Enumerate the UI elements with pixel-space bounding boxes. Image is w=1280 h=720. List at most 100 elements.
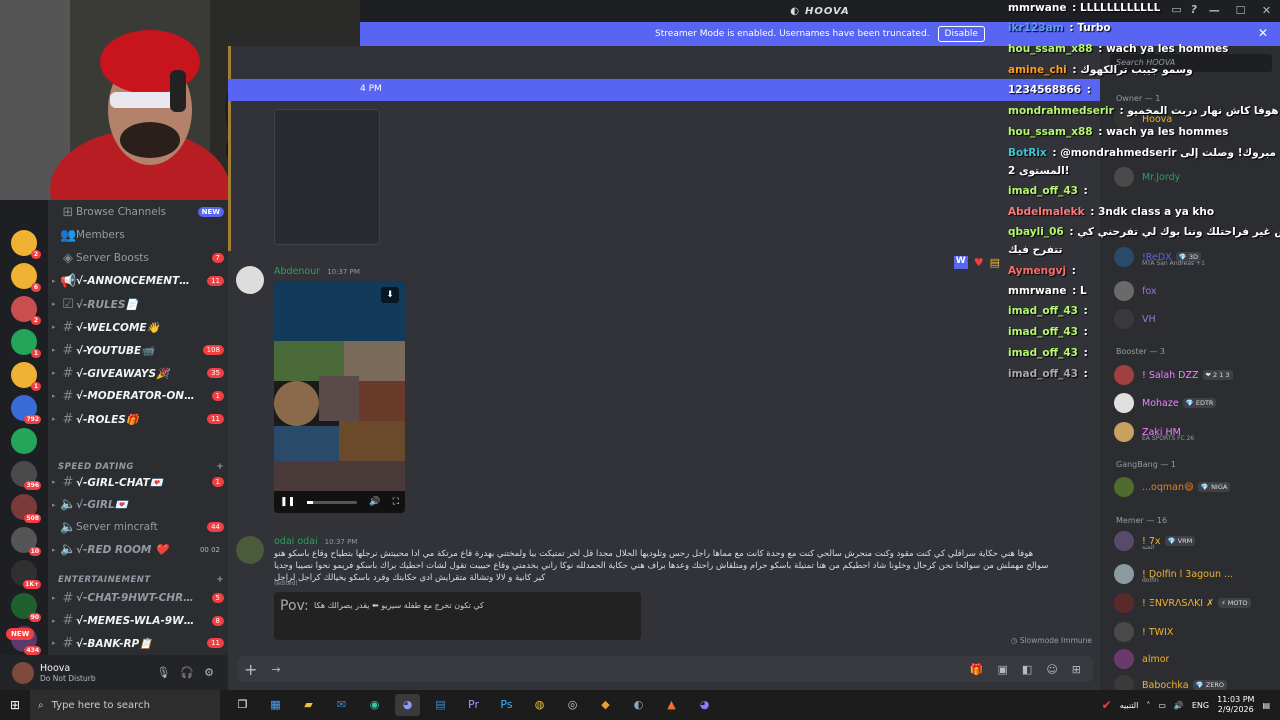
avatar[interactable] bbox=[12, 661, 34, 684]
server-icon[interactable]: 2 bbox=[11, 230, 41, 259]
forward-icon[interactable]: → bbox=[271, 663, 280, 676]
avatar[interactable] bbox=[1114, 531, 1134, 551]
add-attachment-icon[interactable]: + bbox=[244, 660, 257, 679]
channel-item[interactable]: ▸ # √-WELCOME👋 bbox=[52, 317, 224, 337]
channel-item[interactable]: ▸ ☑ √-RULES📄 bbox=[52, 294, 224, 314]
obs-icon[interactable]: ◎ bbox=[560, 694, 585, 716]
member-item[interactable]: ...oqman😄 💎 NIGA bbox=[1114, 476, 1274, 498]
server-icon[interactable]: 90 bbox=[11, 593, 41, 622]
avatar[interactable] bbox=[1114, 622, 1134, 642]
message-author[interactable]: Abdenour bbox=[274, 266, 320, 277]
embedded-image[interactable]: Pov: كي تكون تخرج مع طفلة سيريو ⬅ يقدر ي… bbox=[274, 592, 641, 640]
steam-icon[interactable]: ◐ bbox=[626, 694, 651, 716]
emoji-icon[interactable]: ☺ bbox=[1046, 663, 1057, 676]
channel-item[interactable]: ◈ Server Boosts 7 bbox=[52, 248, 224, 268]
avatar[interactable] bbox=[1114, 365, 1134, 385]
rainbow-flag-icon[interactable]: ▤ bbox=[990, 256, 1000, 269]
member-item[interactable]: !ReDX 💎 3D MTA San Andreas +1 bbox=[1114, 246, 1274, 268]
channel-item[interactable]: ▸ # √-YOUTUBE📹 108 bbox=[52, 340, 224, 360]
attachment-image[interactable] bbox=[274, 109, 380, 245]
taskbar-search[interactable]: ⌕ Type here to search bbox=[30, 690, 220, 720]
video-attachment[interactable]: ⬇ ❚❚ 🔊 ⛶ bbox=[274, 281, 405, 513]
avatar[interactable] bbox=[1114, 309, 1134, 329]
member-item[interactable]: Mohaze 💎 EDTR bbox=[1114, 392, 1274, 414]
avatar[interactable] bbox=[236, 536, 264, 564]
avatar[interactable] bbox=[1114, 593, 1134, 613]
add-channel-icon[interactable]: + bbox=[216, 462, 224, 472]
server-icon[interactable]: 2 bbox=[11, 296, 41, 325]
channel-item[interactable]: ▸ # √-ROLES🎁 11 bbox=[52, 409, 224, 429]
member-item[interactable]: Zaki HM EA SPORTS FC 26 bbox=[1114, 421, 1274, 443]
headphones-icon[interactable]: 🎧 bbox=[180, 666, 194, 679]
w-icon[interactable]: W bbox=[953, 256, 968, 269]
download-icon[interactable]: ⬇ bbox=[381, 287, 399, 303]
volume-icon[interactable]: 🔊 bbox=[1174, 701, 1184, 710]
member-item[interactable]: ! TWIX bbox=[1114, 621, 1274, 643]
message-author[interactable]: odai odai bbox=[274, 536, 318, 547]
apps-icon[interactable]: ⊞ bbox=[1072, 663, 1081, 676]
member-item[interactable]: VH bbox=[1114, 308, 1274, 330]
language-indicator[interactable]: ENG bbox=[1192, 701, 1209, 710]
notification-icon[interactable]: ▤ bbox=[1262, 701, 1270, 710]
avatar[interactable] bbox=[1114, 564, 1134, 584]
channel-item[interactable]: ▸ # √-GIVEAWAYS🎉 35 bbox=[52, 363, 224, 383]
premiere-icon[interactable]: Pr bbox=[461, 694, 486, 716]
message-input[interactable]: + → 🎁 ▣ ◧ ☺ ⊞ bbox=[238, 656, 1093, 682]
avatar[interactable] bbox=[1114, 247, 1134, 267]
search-input[interactable]: Search HOOVA bbox=[1110, 54, 1272, 72]
volume-icon[interactable]: 🔊 bbox=[369, 497, 380, 507]
avatar[interactable] bbox=[1114, 649, 1134, 669]
avatar[interactable] bbox=[1114, 477, 1134, 497]
fullscreen-icon[interactable]: ⛶ bbox=[393, 497, 399, 507]
avatar[interactable] bbox=[1114, 393, 1134, 413]
close-window-button[interactable]: ✕ bbox=[1254, 0, 1280, 22]
server-icon[interactable]: 1 bbox=[11, 329, 41, 358]
windows-start-icon[interactable]: ⊞ bbox=[0, 698, 30, 712]
category-entertainement[interactable]: ENTERTAINEMENT + bbox=[58, 575, 224, 585]
clock[interactable]: 11:03 PM 2/9/2026 bbox=[1217, 695, 1254, 715]
server-icon[interactable]: 1 bbox=[11, 362, 41, 391]
network-icon[interactable]: ▭ bbox=[1158, 701, 1166, 710]
heart-icon[interactable]: ♥ bbox=[974, 256, 984, 269]
discord-icon[interactable]: ◕ bbox=[692, 694, 717, 716]
gif-icon[interactable]: ▣ bbox=[998, 663, 1008, 676]
avatar[interactable] bbox=[1114, 109, 1134, 129]
microphone-icon[interactable]: 🎙 bbox=[156, 666, 170, 679]
member-item[interactable]: ! ΞΝVRΛSΛΚΙ ✗ ⚡ MOTO bbox=[1114, 592, 1274, 614]
mail-icon[interactable]: ✉ bbox=[329, 694, 354, 716]
server-icon[interactable]: 792 bbox=[11, 395, 41, 424]
edge-icon[interactable]: ◉ bbox=[362, 694, 387, 716]
close-icon[interactable]: ✕ bbox=[1258, 26, 1268, 40]
weather-label[interactable]: التنبيه bbox=[1120, 701, 1139, 710]
channel-item[interactable]: 👥 Members bbox=[52, 225, 224, 245]
channel-item[interactable]: ▸ # √-MEMES-WLA-9W… 8 bbox=[52, 611, 224, 631]
server-icon[interactable]: 396 bbox=[11, 461, 41, 490]
photoshop-icon[interactable]: Ps bbox=[494, 694, 519, 716]
file-explorer-icon[interactable]: ▰ bbox=[296, 694, 321, 716]
member-item[interactable]: ! Salah DZZ ❤ 2 1 3 bbox=[1114, 364, 1274, 386]
channel-item[interactable]: ▸ # √-CHAT-9HWT-CHR… 5 bbox=[52, 588, 224, 608]
gift-icon[interactable]: 🎁 bbox=[970, 663, 984, 676]
sticker-icon[interactable]: ◧ bbox=[1022, 663, 1032, 676]
server-icon[interactable] bbox=[11, 428, 37, 454]
member-item[interactable]: fox bbox=[1114, 280, 1274, 302]
channel-item[interactable]: 🔈 Server mincraft 44 bbox=[52, 517, 224, 537]
server-icon[interactable]: 1K+ bbox=[11, 560, 41, 589]
server-icon[interactable]: 6 bbox=[11, 263, 41, 292]
weather-icon[interactable]: ✔ bbox=[1102, 698, 1112, 712]
video-progress-bar[interactable] bbox=[307, 500, 358, 504]
member-item[interactable]: ! 7x 💎 VRM الحنة bbox=[1114, 530, 1274, 552]
maximize-button[interactable]: ☐ bbox=[1228, 0, 1254, 22]
channel-item[interactable]: ⊞ Browse Channels NEW bbox=[52, 202, 224, 222]
help-icon[interactable]: ? bbox=[1191, 3, 1198, 16]
member-item[interactable]: Mr.Jordy bbox=[1114, 166, 1274, 188]
store-icon[interactable]: ▦ bbox=[263, 694, 288, 716]
task-view-icon[interactable]: ❐ bbox=[230, 694, 255, 716]
inbox-icon[interactable]: ▭ bbox=[1171, 3, 1182, 16]
member-item[interactable]: ! Dolfin l 3agoun ... dolfin bbox=[1114, 563, 1274, 585]
chrome-icon[interactable]: ◍ bbox=[527, 694, 552, 716]
disable-streamer-mode-button[interactable]: Disable bbox=[937, 26, 985, 42]
member-item[interactable]: Hoova bbox=[1114, 108, 1274, 130]
channel-item[interactable]: ▸ 🔈 √-RED ROOM ❤️ 00 02 bbox=[52, 540, 224, 560]
member-item[interactable]: almor bbox=[1114, 648, 1274, 670]
